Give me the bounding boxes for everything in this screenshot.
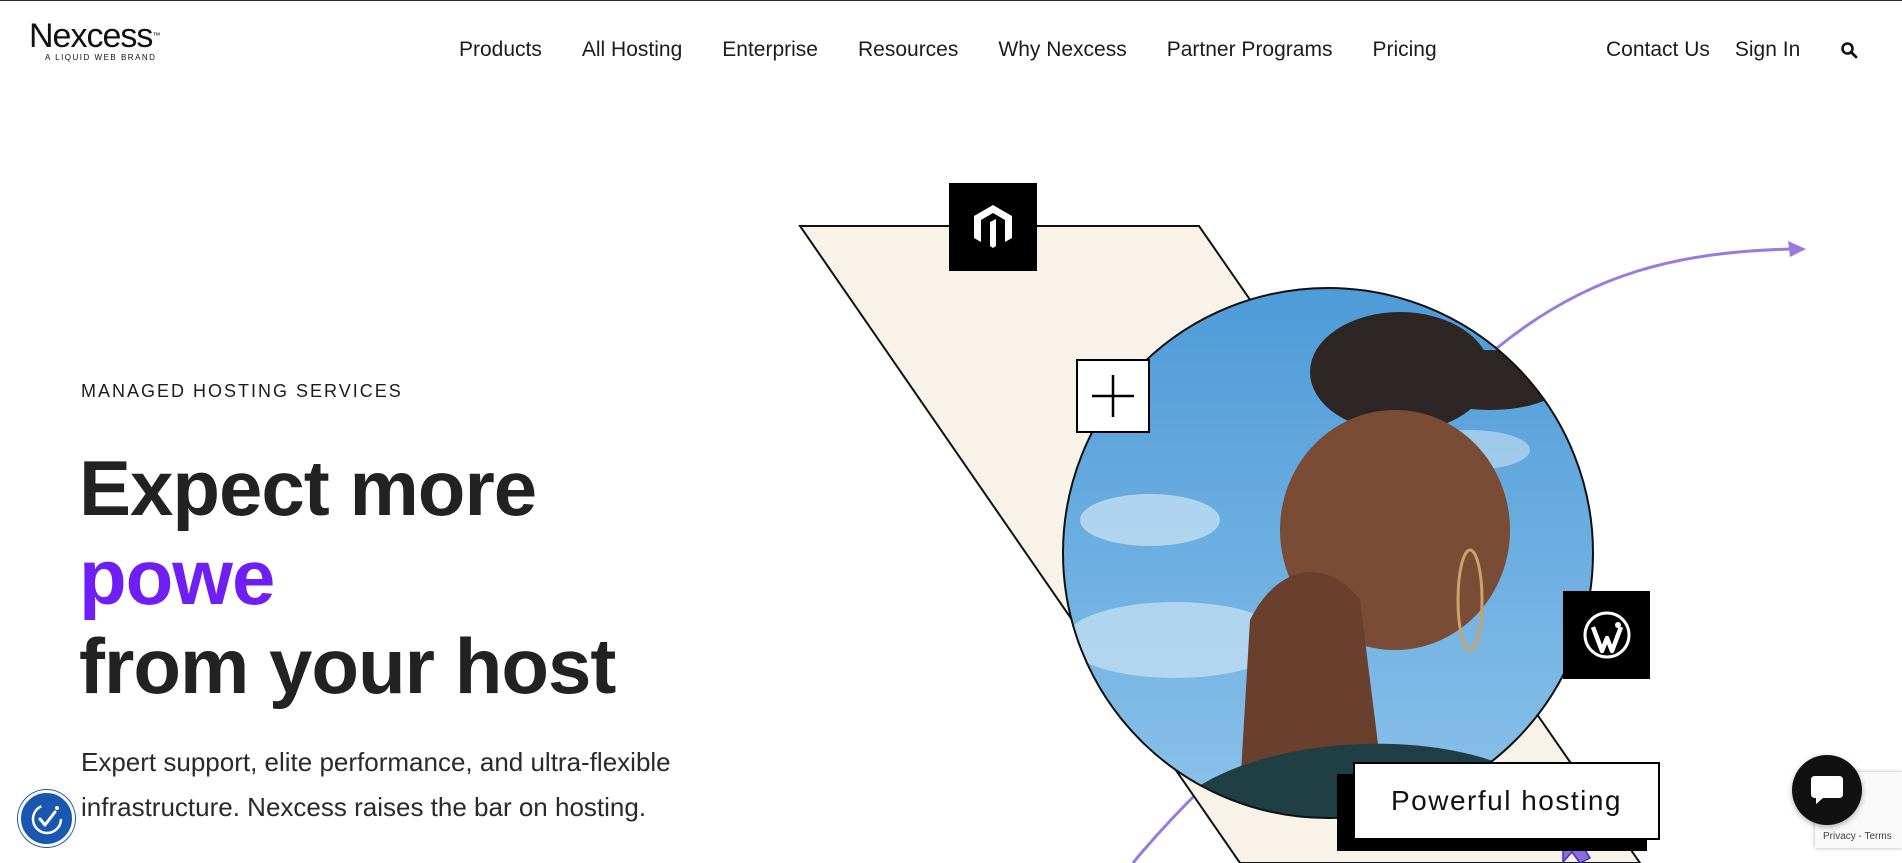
- page: Nexcess™ A LIQUID WEB BRAND Products All…: [0, 0, 1902, 863]
- logo-tagline: A LIQUID WEB BRAND: [45, 53, 157, 62]
- magento-icon: [949, 183, 1037, 271]
- utility-nav: Contact Us Sign In: [1606, 38, 1800, 62]
- badge-label: Powerful hosting: [1390, 785, 1622, 816]
- headline-line-3: from your host: [79, 622, 616, 710]
- plus-icon: [1076, 359, 1150, 433]
- arrow-line-bottom: [1131, 783, 1207, 863]
- arrow-line-top: [1496, 247, 1793, 350]
- nav-enterprise[interactable]: Enterprise: [722, 38, 818, 62]
- powerful-hosting-badge: Powerful hosting: [1353, 762, 1660, 840]
- nav-products[interactable]: Products: [459, 38, 542, 62]
- main-nav: Products All Hosting Enterprise Resource…: [459, 38, 1437, 62]
- nexcess-logo[interactable]: Nexcess™ A LIQUID WEB BRAND: [29, 17, 160, 62]
- top-border: [0, 0, 1902, 1]
- contact-us-link[interactable]: Contact Us: [1606, 38, 1710, 62]
- sign-in-link[interactable]: Sign In: [1735, 38, 1800, 62]
- hero-headline: Expect more powe from your host: [79, 444, 616, 711]
- nav-all-hosting[interactable]: All Hosting: [582, 38, 682, 62]
- nav-why-nexcess[interactable]: Why Nexcess: [998, 38, 1126, 62]
- headline-accent-word: powe: [79, 533, 275, 621]
- nav-partner-programs[interactable]: Partner Programs: [1167, 38, 1333, 62]
- search-icon[interactable]: [1840, 41, 1858, 59]
- logo-wordmark: Nexcess™: [29, 17, 160, 55]
- arrow-icon: [1788, 241, 1806, 257]
- hero-artwork: [798, 225, 1806, 863]
- hero-subcopy: Expert support, elite performance, and u…: [81, 747, 671, 822]
- nav-resources[interactable]: Resources: [858, 38, 958, 62]
- headline-line-1: Expect more: [79, 444, 537, 532]
- chat-icon[interactable]: [1792, 755, 1862, 825]
- hero-eyebrow: MANAGED HOSTING SERVICES: [81, 381, 403, 401]
- recaptcha-links[interactable]: Privacy - Terms: [1823, 831, 1892, 842]
- accessibility-icon[interactable]: [18, 790, 75, 847]
- wordpress-icon: [1563, 591, 1650, 679]
- nav-pricing[interactable]: Pricing: [1372, 38, 1436, 62]
